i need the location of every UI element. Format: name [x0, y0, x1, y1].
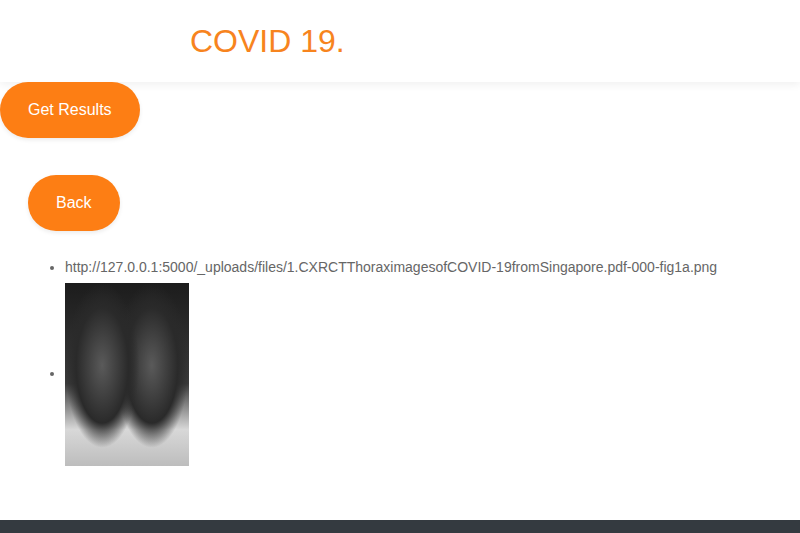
footer: [0, 520, 800, 533]
action-buttons: Get Results Back: [0, 82, 800, 231]
header: COVID 19.: [0, 0, 800, 82]
content: Get Results Back http://127.0.0.1:5000/_u…: [0, 82, 800, 520]
file-list: http://127.0.0.1:5000/_uploads/files/1.C…: [0, 257, 800, 466]
page: COVID 19. Get Results Back http://127.0.0…: [0, 0, 800, 533]
page-title: COVID 19.: [190, 23, 345, 60]
file-item: http://127.0.0.1:5000/_uploads/files/1.C…: [65, 257, 800, 277]
action-button[interactable]: Back: [28, 175, 120, 231]
file-link[interactable]: http://127.0.0.1:5000/_uploads/files/1.C…: [65, 259, 717, 275]
xray-image: [65, 283, 189, 466]
action-button[interactable]: Get Results: [0, 82, 140, 138]
file-item: [65, 283, 800, 466]
